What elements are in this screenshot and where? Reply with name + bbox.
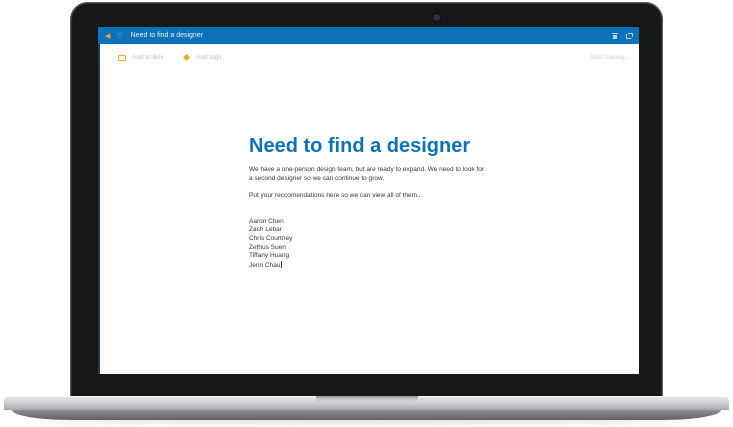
list-item[interactable]: Zethus Suen xyxy=(249,244,509,253)
list-item[interactable]: Aaron Chen xyxy=(249,218,509,227)
trash-icon[interactable] xyxy=(612,32,618,39)
add-tags-button[interactable]: Add tags xyxy=(182,53,222,62)
autosave-status: Auto Saving... xyxy=(589,54,630,61)
camera-icon xyxy=(433,14,440,21)
back-arrow-icon[interactable]: ◀ xyxy=(105,32,110,40)
names-list[interactable]: Aaron Chen Zach Lebar Chris Courtney Zet… xyxy=(249,218,509,271)
title-bar-left: ◀ ♡ Need to find a designer xyxy=(105,27,203,44)
share-icon[interactable] xyxy=(626,32,633,39)
laptop-mockup: ◀ ♡ Need to find a designer Add to Box A… xyxy=(0,0,733,427)
list-item-text[interactable]: Jenn Chau xyxy=(249,262,280,269)
list-item-last[interactable]: Jenn Chau xyxy=(249,260,509,271)
add-tags-label: Add tags xyxy=(196,54,222,61)
window-title: Need to find a designer xyxy=(130,32,204,39)
list-item[interactable]: Tiffany Huang xyxy=(249,252,509,261)
title-bar-actions xyxy=(612,27,633,44)
title-bar: ◀ ♡ Need to find a designer xyxy=(98,27,639,44)
document-paragraph[interactable]: We have a one-person design team, but ar… xyxy=(249,166,489,183)
laptop-base-bottom xyxy=(12,410,721,420)
box-icon xyxy=(118,54,126,61)
app-screen: ◀ ♡ Need to find a designer Add to Box A… xyxy=(98,27,639,374)
heart-icon[interactable]: ♡ xyxy=(116,32,122,40)
toolbar: Add to Box Add tags Auto Saving... xyxy=(98,44,639,70)
document-editor[interactable]: Need to find a designer We have a one-pe… xyxy=(249,134,509,270)
text-cursor xyxy=(280,260,282,268)
document-title[interactable]: Need to find a designer xyxy=(249,134,509,158)
sidebar-edge xyxy=(98,44,100,374)
list-item[interactable]: Chris Courtney xyxy=(249,235,509,244)
list-item[interactable]: Zach Lebar xyxy=(249,226,509,235)
laptop-notch xyxy=(316,396,418,403)
tag-icon xyxy=(182,53,191,62)
add-to-box-button[interactable]: Add to Box xyxy=(118,54,164,61)
add-to-box-label: Add to Box xyxy=(132,54,164,61)
document-paragraph[interactable]: Put your reccomendations here so we can … xyxy=(249,192,509,201)
